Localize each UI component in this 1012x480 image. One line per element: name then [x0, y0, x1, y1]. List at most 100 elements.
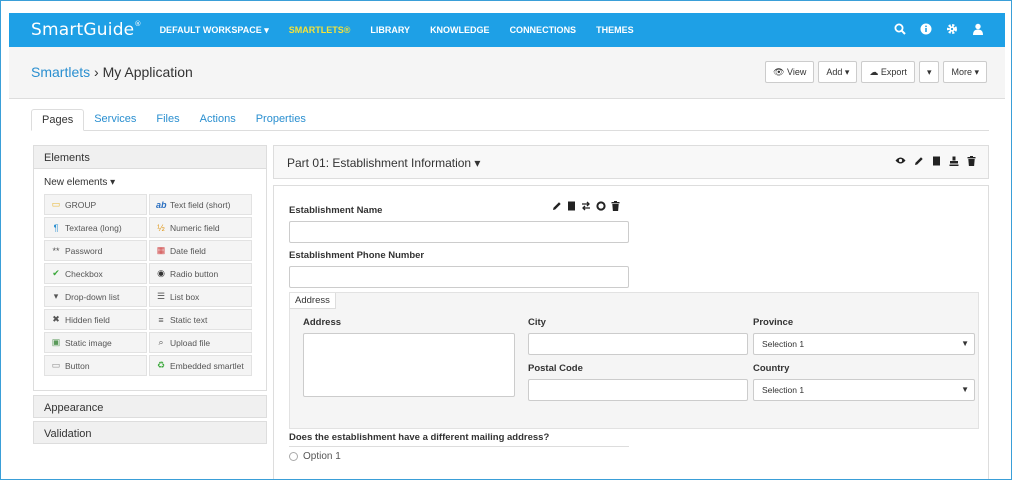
- radio-circle-icon: [289, 452, 298, 461]
- copy-icon[interactable]: [567, 201, 576, 214]
- element-list-box[interactable]: ☰ List box: [149, 286, 252, 307]
- app-frame: SmartGuide® DEFAULT WORKSPACE ▾ SMARTLET…: [0, 0, 1012, 480]
- elements-header[interactable]: Elements: [33, 145, 267, 169]
- password-icon: **: [52, 245, 60, 256]
- list-box-icon: ☰: [156, 291, 166, 301]
- paragraph-icon: ¶: [53, 222, 59, 233]
- stamp-icon[interactable]: [949, 156, 959, 169]
- tab-files[interactable]: Files: [146, 109, 189, 130]
- postal-code-label: Postal Code: [528, 363, 583, 374]
- element-static-image[interactable]: ▣ Static image: [44, 332, 147, 353]
- page-header: Part 01: Establishment Information ▾: [273, 145, 989, 179]
- search-icon[interactable]: [887, 23, 913, 38]
- new-elements-dropdown[interactable]: New elements ▾: [44, 177, 256, 188]
- trash-icon[interactable]: [967, 156, 976, 169]
- circle-icon[interactable]: [596, 201, 606, 214]
- elements-grid: ▭ GROUP ab Text field (short) ¶ Textarea (l…: [44, 194, 256, 376]
- mailing-address-question: Does the establishment have a different …: [289, 432, 550, 443]
- export-dropdown-button[interactable]: ▾: [918, 61, 940, 83]
- nav-connections[interactable]: CONNECTIONS: [510, 25, 577, 36]
- pencil-icon[interactable]: [552, 201, 562, 214]
- country-select[interactable]: Selection 1 ▼: [753, 379, 975, 401]
- copy-icon[interactable]: [932, 156, 941, 169]
- image-icon: ▣: [51, 337, 61, 347]
- element-group[interactable]: ▭ GROUP: [44, 194, 147, 215]
- gear-icon[interactable]: [939, 23, 965, 38]
- static-text-icon: ≡: [158, 314, 164, 325]
- address-textarea[interactable]: [303, 333, 515, 397]
- nav-library[interactable]: LIBRARY: [370, 25, 410, 36]
- province-label: Province: [753, 317, 794, 328]
- elements-panel: Elements New elements ▾ ▭ GROUP ab Text fi…: [33, 145, 267, 444]
- element-text-field[interactable]: ab Text field (short): [149, 194, 252, 215]
- validation-section[interactable]: Validation: [33, 421, 267, 444]
- option-1-radio[interactable]: Option 1: [289, 451, 341, 462]
- field-toolbar: [552, 201, 620, 214]
- form-canvas: Establishment Name Establishment Phone N…: [273, 185, 989, 479]
- postal-code-input[interactable]: [528, 379, 748, 401]
- element-button[interactable]: ▭ Button: [44, 355, 147, 376]
- hidden-icon: ✖: [52, 314, 60, 324]
- elements-body: New elements ▾ ▭ GROUP ab Text field (shor…: [33, 169, 267, 391]
- nav-themes[interactable]: THEMES: [596, 25, 634, 36]
- element-embedded-smartlet[interactable]: ♻ Embedded smartlet: [149, 355, 252, 376]
- checkmark-icon: ✔: [52, 268, 60, 278]
- button-icon: ▭: [51, 360, 61, 370]
- element-static-text[interactable]: ≡ Static text: [149, 309, 252, 330]
- address-group-tab[interactable]: Address: [290, 293, 336, 309]
- designer-tabs: Pages Services Files Actions Properties: [31, 109, 989, 131]
- page-title: My Application: [102, 64, 193, 80]
- element-date-field[interactable]: ▦ Date field: [149, 240, 252, 261]
- element-dropdown-list[interactable]: ▾ Drop-down list: [44, 286, 147, 307]
- establishment-phone-input[interactable]: [289, 266, 629, 288]
- more-button[interactable]: More ▾: [943, 61, 987, 83]
- swap-icon[interactable]: [581, 201, 591, 214]
- element-password[interactable]: ** Password: [44, 240, 147, 261]
- pencil-icon[interactable]: [914, 156, 924, 169]
- page-icons: [895, 156, 976, 169]
- nav-smartlets[interactable]: SMARTLETS®: [289, 25, 351, 36]
- element-upload-file[interactable]: ⌕ Upload file: [149, 332, 252, 353]
- tab-pages[interactable]: Pages: [31, 109, 85, 131]
- eye-icon[interactable]: [895, 156, 906, 169]
- dropdown-icon: ▾: [53, 291, 59, 301]
- add-button[interactable]: Add ▾: [818, 61, 858, 83]
- export-button[interactable]: ☁ Export: [861, 61, 915, 83]
- nav-icons: [887, 23, 991, 38]
- element-numeric-field[interactable]: ½ Numeric field: [149, 217, 252, 238]
- establishment-phone-label: Establishment Phone Number: [289, 250, 425, 261]
- nav-menu: DEFAULT WORKSPACE ▾ SMARTLETS® LIBRARY K…: [160, 25, 654, 36]
- trash-icon[interactable]: [611, 201, 620, 214]
- province-select[interactable]: Selection 1 ▼: [753, 333, 975, 355]
- nav-knowledge[interactable]: KNOWLEDGE: [430, 25, 490, 36]
- caret-down-icon: ▼: [961, 339, 969, 348]
- element-radio-button[interactable]: ◉ Radio button: [149, 263, 252, 284]
- address-group: Address Address City Province Selection …: [289, 292, 979, 429]
- nav-default-workspace[interactable]: DEFAULT WORKSPACE ▾: [160, 25, 269, 36]
- element-checkbox[interactable]: ✔ Checkbox: [44, 263, 147, 284]
- calendar-icon: ▦: [156, 245, 166, 255]
- view-button[interactable]: 👁 View: [765, 61, 815, 83]
- text-field-icon: ab: [156, 199, 167, 210]
- info-icon[interactable]: [913, 23, 939, 38]
- folder-icon: ▭: [51, 199, 61, 209]
- numeric-icon: ½: [157, 222, 165, 233]
- country-label: Country: [753, 363, 790, 374]
- top-navbar: SmartGuide® DEFAULT WORKSPACE ▾ SMARTLET…: [9, 13, 1005, 47]
- city-input[interactable]: [528, 333, 748, 355]
- tab-properties[interactable]: Properties: [246, 109, 316, 130]
- breadcrumb-smartlets[interactable]: Smartlets: [31, 64, 90, 80]
- user-icon[interactable]: [965, 23, 991, 38]
- breadcrumb: Smartlets › My Application: [31, 64, 193, 80]
- page-selector[interactable]: Part 01: Establishment Information ▾: [287, 156, 480, 170]
- address-label: Address: [303, 317, 342, 328]
- establishment-name-input[interactable]: [289, 221, 629, 243]
- brand-logo[interactable]: SmartGuide®: [31, 20, 142, 40]
- element-hidden-field[interactable]: ✖ Hidden field: [44, 309, 147, 330]
- paperclip-icon: ⌕: [158, 337, 164, 347]
- element-textarea[interactable]: ¶ Textarea (long): [44, 217, 147, 238]
- recycle-icon: ♻: [156, 360, 166, 370]
- tab-services[interactable]: Services: [84, 109, 146, 130]
- tab-actions[interactable]: Actions: [190, 109, 246, 130]
- appearance-section[interactable]: Appearance: [33, 395, 267, 418]
